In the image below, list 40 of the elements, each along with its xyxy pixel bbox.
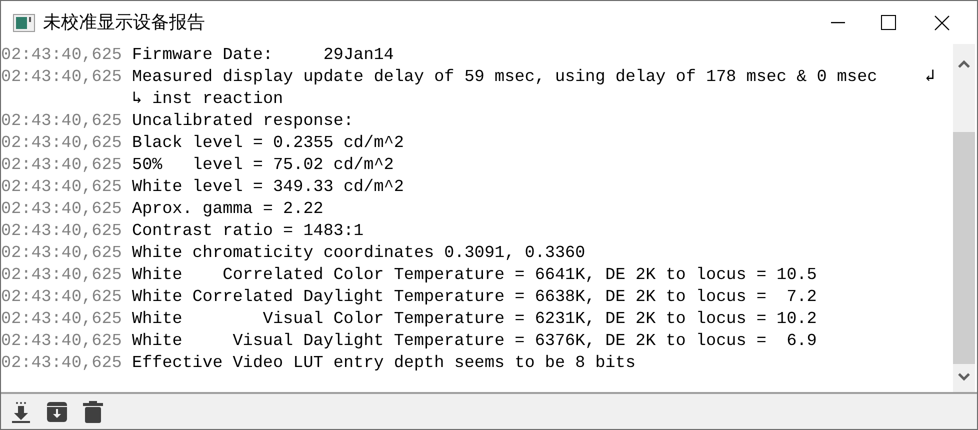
log-timestamp: 02:43:40,625 [1,331,123,353]
log-timestamp: 02:43:40,625 [1,287,123,309]
log-message: ↳ inst reaction [132,89,284,111]
log-message: Measured display update delay of 59 msec, using delay of 178 msec & 0 msec [132,67,878,89]
log-message: Effective Video LUT entry depth seems to be 8 bits [132,353,636,375]
log-message: Contrast ratio = 1483:1 [132,221,364,243]
log-message: Black level = 0.2355 cd/m^2 [132,133,404,155]
log-message: 50% level = 75.02 cd/m^2 [132,155,394,177]
log-timestamp: 02:43:40,625 [1,265,123,287]
trash-icon[interactable] [82,400,104,422]
scrollbar[interactable] [953,44,975,392]
log-timestamp: 02:43:40,625 [1,309,123,331]
log-message: White Correlated Daylight Temperature = 6638K, DE 2K to locus = 7.2 [132,287,817,309]
log-timestamp: 02:43:40,625 [1,221,123,243]
maximize-icon[interactable] [880,15,896,30]
log-timestamp: 02:43:40,625 [1,133,123,155]
log-message: White Visual Color Temperature = 6231K, DE 2K to locus = 10.2 [132,309,817,331]
log-message: White level = 349.33 cd/m^2 [132,177,404,199]
log-message: Uncalibrated response: [132,111,354,133]
log-timestamp: 02:43:40,625 [1,111,123,133]
scrollbar-thumb[interactable] [953,132,975,364]
close-icon[interactable] [934,14,950,30]
log-message: Aprox. gamma = 2.22 [132,199,324,221]
log-timestamp: 02:43:40,625 [1,177,123,199]
log-timestamp: 02:43:40,625 [1,67,123,89]
log-message: White Visual Daylight Temperature = 6376K, DE 2K to locus = 6.9 [132,331,817,353]
log-timestamp: 02:43:40,625 [1,353,123,375]
log-timestamp: 02:43:40,625 [1,243,123,265]
app-icon [13,14,35,32]
log-timestamp: 02:43:40,625 [1,199,123,221]
minimize-icon[interactable] [831,22,845,24]
log-message: Firmware Date: 29Jan14 [132,45,394,67]
log-timestamp: 02:43:40,625 [1,155,123,177]
archive-icon[interactable] [46,400,68,422]
wrap-mark: ↲ [924,67,935,89]
log-message: White chromaticity coordinates 0.3091, 0.3360 [132,243,586,265]
download-icon[interactable] [10,400,32,422]
log-message: White Correlated Color Temperature = 6641K, DE 2K to locus = 10.5 [132,265,817,287]
window-title: 未校准显示设备报告 [43,11,205,34]
log-timestamp: 02:43:40,625 [1,45,123,67]
